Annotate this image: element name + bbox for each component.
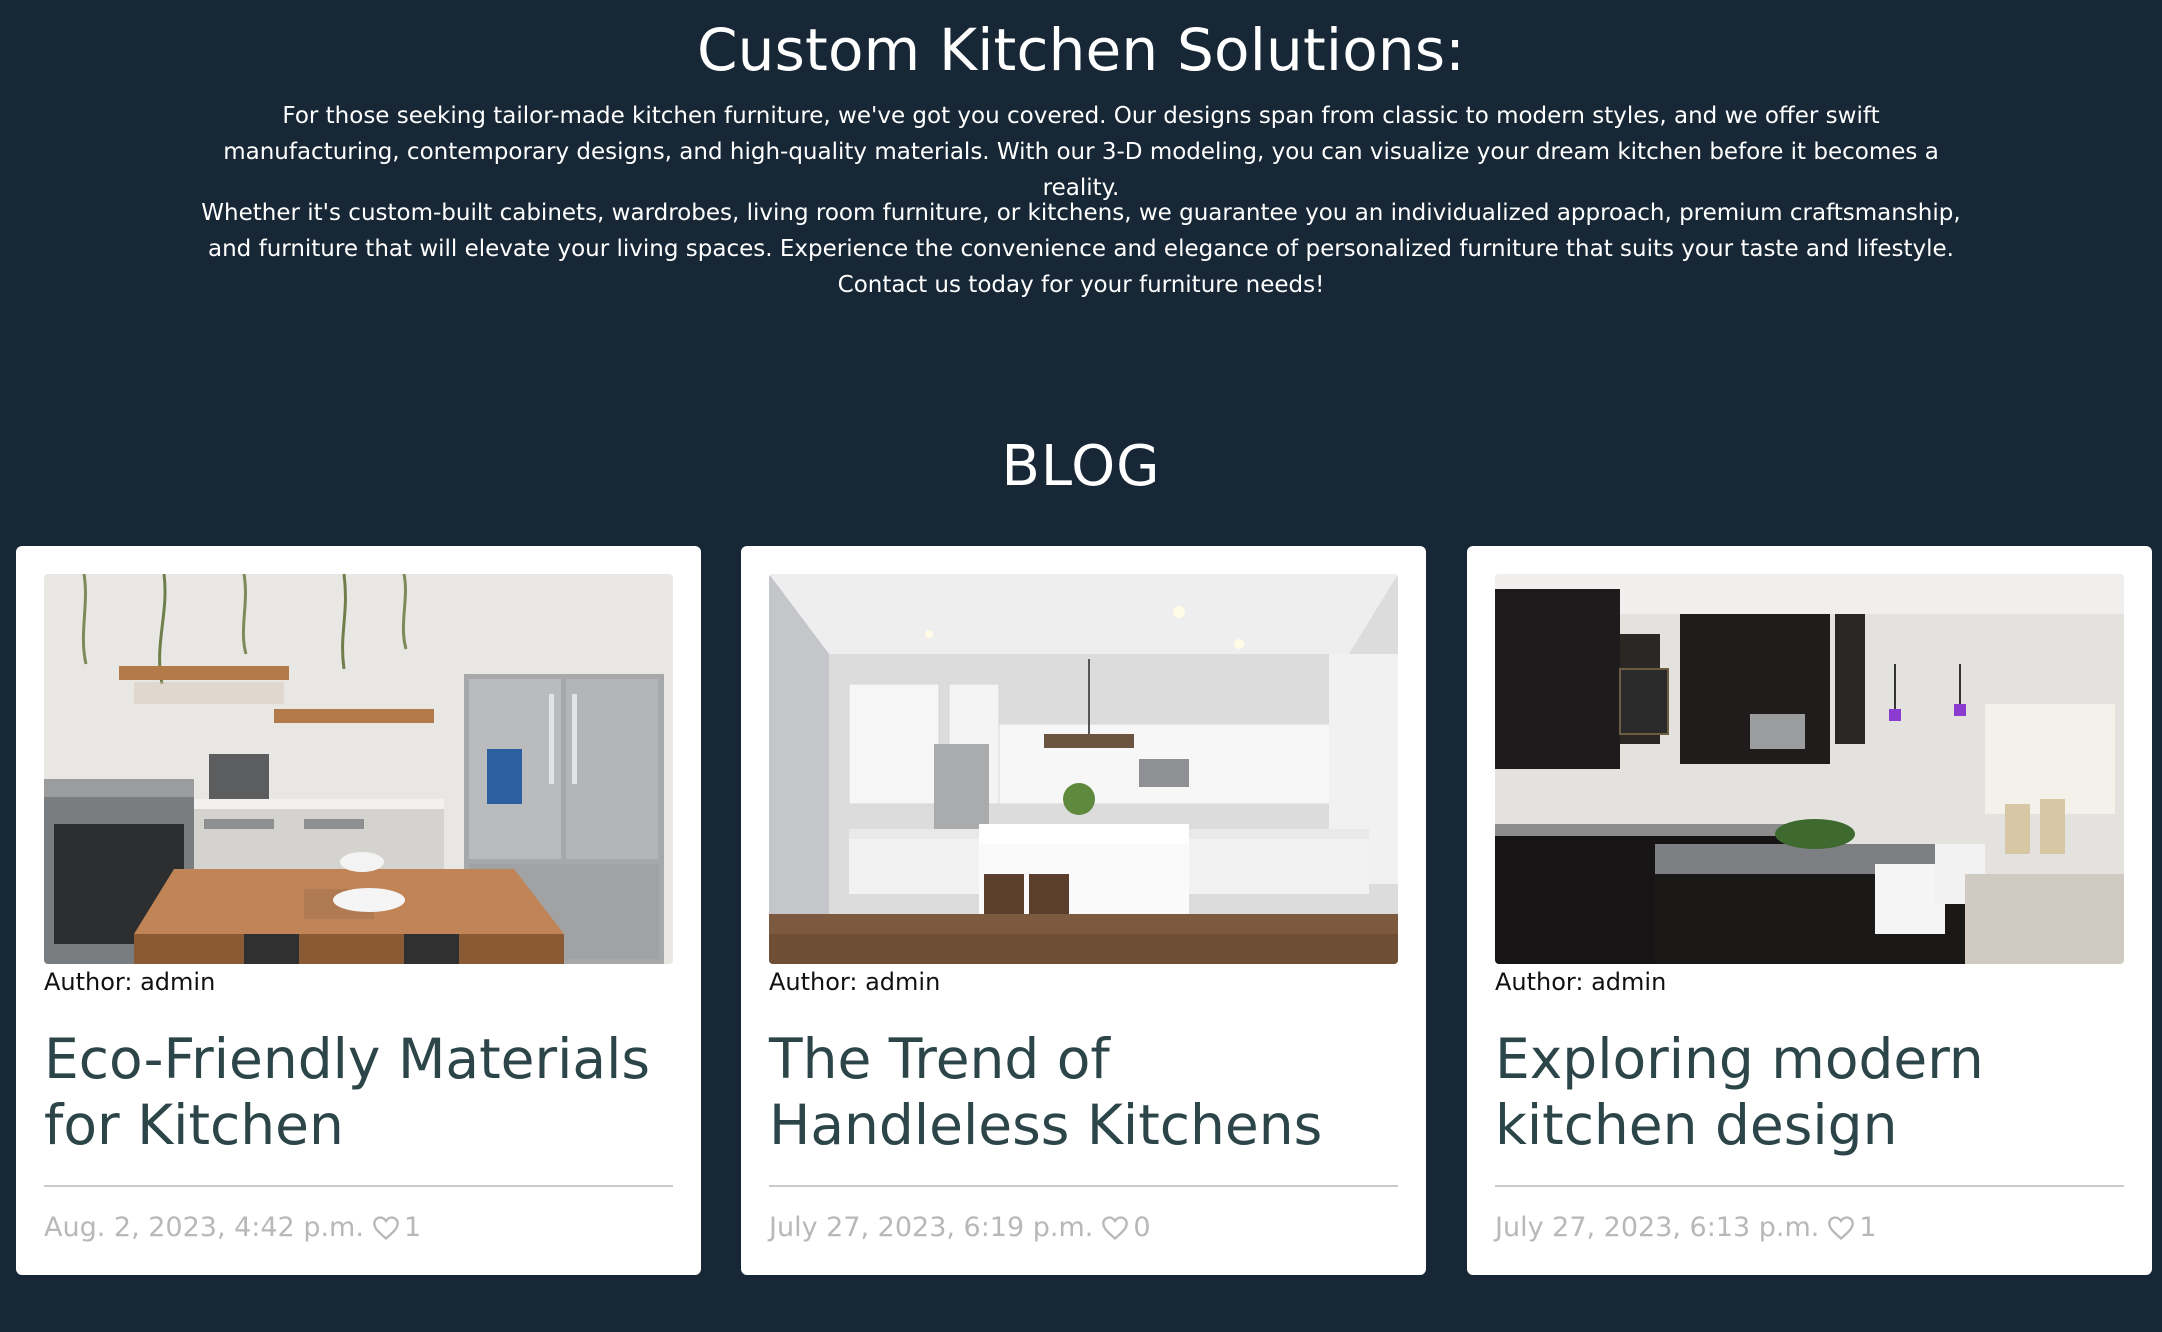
heart-icon[interactable] bbox=[1101, 1215, 1129, 1241]
blog-card-image[interactable] bbox=[44, 574, 673, 964]
heart-icon[interactable] bbox=[372, 1215, 400, 1241]
post-likes-count: 0 bbox=[1133, 1212, 1151, 1243]
post-title[interactable]: Exploring modern kitchen design bbox=[1495, 1026, 2135, 1158]
post-author: Author: admin bbox=[44, 968, 216, 996]
post-meta: July 27, 2023, 6:13 p.m. 1 bbox=[1495, 1211, 1877, 1245]
post-meta: Aug. 2, 2023, 4:42 p.m. 1 bbox=[44, 1211, 421, 1245]
post-date: July 27, 2023, 6:13 p.m. bbox=[1495, 1212, 1820, 1243]
intro-paragraph-1: For those seeking tailor-made kitchen fu… bbox=[223, 103, 1939, 201]
kitchen-photo-stainless-fridge-wooden-island bbox=[44, 574, 673, 964]
blog-card[interactable]: Author: admin The Trend of Handleless Ki… bbox=[741, 546, 1426, 1275]
card-divider bbox=[44, 1185, 673, 1187]
post-meta: July 27, 2023, 6:19 p.m. 0 bbox=[769, 1211, 1151, 1245]
blog-card-list: Author: admin Eco-Friendly Materials for… bbox=[16, 546, 2152, 1275]
intro-title: Custom Kitchen Solutions: bbox=[696, 16, 1466, 84]
blog-card-image[interactable] bbox=[1495, 574, 2124, 964]
post-author: Author: admin bbox=[769, 968, 941, 996]
post-author: Author: admin bbox=[1495, 968, 1667, 996]
post-title[interactable]: The Trend of Handleless Kitchens bbox=[769, 1026, 1409, 1158]
post-title[interactable]: Eco-Friendly Materials for Kitchen bbox=[44, 1026, 684, 1158]
card-divider bbox=[769, 1185, 1398, 1187]
blog-card-image[interactable] bbox=[769, 574, 1398, 964]
kitchen-photo-white-cabinets-island bbox=[769, 574, 1398, 964]
post-likes-count: 1 bbox=[1859, 1212, 1877, 1243]
blog-card[interactable]: Author: admin Eco-Friendly Materials for… bbox=[16, 546, 701, 1275]
blog-card[interactable]: Author: admin Exploring modern kitchen d… bbox=[1467, 546, 2152, 1275]
post-likes-count: 1 bbox=[403, 1212, 422, 1243]
post-date: July 27, 2023, 6:19 p.m. bbox=[769, 1212, 1094, 1243]
intro-paragraph-2: Whether it's custom-built cabinets, ward… bbox=[201, 200, 1961, 298]
heart-icon[interactable] bbox=[1827, 1215, 1855, 1241]
post-date: Aug. 2, 2023, 4:42 p.m. bbox=[44, 1212, 364, 1243]
kitchen-photo-black-cabinets-grey-island bbox=[1495, 574, 2124, 964]
card-divider bbox=[1495, 1185, 2124, 1187]
blog-heading: BLOG bbox=[1001, 434, 1161, 499]
